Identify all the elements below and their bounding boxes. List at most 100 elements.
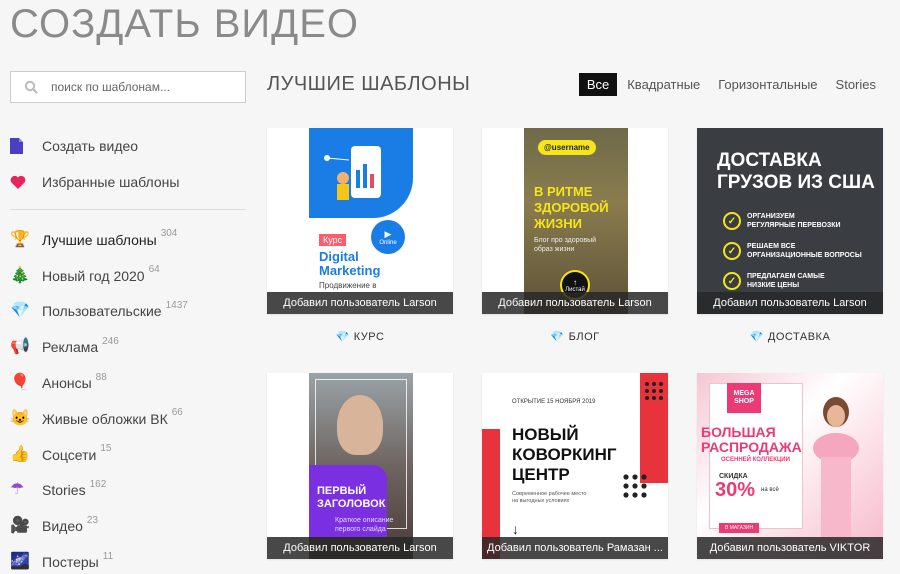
category-item-posters[interactable]: 🌌 Постеры 11: [10, 544, 246, 574]
card-title: ДОСТАВКА: [767, 330, 831, 343]
cat-face-icon: 😺: [10, 409, 30, 427]
search-box[interactable]: [10, 71, 246, 103]
category-label: Пользовательские: [42, 303, 162, 320]
card-credit: Добавил пользователь Рамазан ...: [482, 537, 668, 559]
category-label: Видео: [42, 518, 83, 535]
card-label-delivery[interactable]: 💎 ДОСТАВКА: [697, 330, 883, 344]
template-card-course[interactable]: Курс ▶ Online Digital Marketing Продвиже…: [267, 128, 453, 314]
tab-stories[interactable]: Stories: [828, 73, 884, 96]
online-label: Online: [379, 239, 397, 246]
tab-all[interactable]: Все: [578, 73, 618, 96]
blog-subtitle-line1: Блог про здоровый: [534, 237, 597, 244]
category-item-announcements[interactable]: 🎈 Анонсы 88: [10, 365, 246, 401]
bullet-3-line2: НИЗКИЕ ЦЕНЫ: [747, 282, 800, 289]
course-title: Digital Marketing: [319, 250, 380, 278]
sidebar-item-favorites[interactable]: Избранные шаблоны: [10, 164, 246, 200]
bullet-2: ✓ РЕШАЕМ ВСЕ ОРГАНИЗАЦИОННЫЕ ВОПРОСЫ: [723, 236, 862, 266]
video-camera-icon: 🎥: [10, 517, 30, 535]
filter-tabs: Все Квадратные Горизонтальные Stories: [577, 73, 884, 96]
sale-headline-line1: БОЛЬШАЯ: [701, 424, 776, 440]
category-item-ads[interactable]: 📢 Реклама 246: [10, 329, 246, 365]
play-online-badge: ▶ Online: [371, 220, 405, 254]
bullet-1: ✓ ОРГАНИЗУЕМ РЕГУЛЯРНЫЕ ПЕРЕВОЗКИ: [723, 206, 862, 236]
sidebar-item-label: Избранные шаблоны: [42, 174, 180, 190]
sidebar-top: Создать видео Избранные шаблоны: [10, 128, 246, 200]
page-title: СОЗДАТЬ ВИДЕО: [10, 2, 360, 46]
tab-square[interactable]: Квадратные: [619, 73, 708, 96]
template-preview: Курс ▶ Online Digital Marketing Продвиже…: [309, 128, 413, 314]
card-label-blog[interactable]: 💎 БЛОГ: [482, 330, 668, 344]
coworking-headline-line1: НОВЫЙ: [512, 425, 579, 444]
check-circle-icon: ✓: [723, 242, 741, 260]
section-title: ЛУЧШИЕ ШАБЛОНЫ: [267, 73, 471, 95]
card-credit: Добавил пользователь Larson: [697, 292, 883, 314]
template-card-sale[interactable]: MEGA SHOP БОЛЬШАЯ РАСПРОДАЖА ОСЕННЕЙ КОЛ…: [697, 373, 883, 559]
coworking-subtitle: Современное рабочее место на выгодных ус…: [512, 491, 586, 505]
category-count: 88: [95, 371, 107, 383]
delivery-headline: ДОСТАВКА ГРУЗОВ ИЗ США: [717, 150, 875, 194]
blog-subtitle-line2: образ жизни: [534, 246, 575, 253]
course-badge: Курс: [319, 234, 347, 246]
category-list: 🏆 Лучшие шаблоны 304 🎄 Новый год 2020 64 💎 По…: [10, 222, 246, 574]
first-subtitle-line2: первого слайда: [335, 526, 386, 533]
category-count: 162: [89, 478, 107, 490]
sale-headline-line2: РАСПРОДАЖА: [701, 439, 802, 455]
template-card-first-headline[interactable]: ПЕРВЫЙ ЗАГОЛОВОК Краткое описание первог…: [267, 373, 453, 559]
sale-headline: БОЛЬШАЯ РАСПРОДАЖА: [701, 425, 802, 455]
template-card-blog[interactable]: @username В РИТМЕ ЗДОРОВОЙ ЖИЗНИ Блог пр…: [482, 128, 668, 314]
logo-line1: MEGA: [733, 390, 755, 397]
tab-horizontal[interactable]: Горизонтальные: [710, 73, 825, 96]
gem-icon: 💎: [10, 302, 30, 320]
heart-icon: [10, 175, 42, 189]
category-item-social[interactable]: 👍 Соцсети 15: [10, 437, 246, 473]
card-title: КУРС: [353, 330, 385, 343]
category-item-new-year[interactable]: 🎄 Новый год 2020 64: [10, 258, 246, 294]
megashop-logo: MEGA SHOP: [727, 383, 761, 413]
coworking-headline-line3: ЦЕНТР: [512, 465, 570, 484]
portrait-face: [337, 395, 383, 455]
first-subtitle: Краткое описание первого слайда: [335, 516, 393, 534]
template-card-delivery[interactable]: ДОСТАВКА ГРУЗОВ ИЗ США ✓ ОРГАНИЗУЕМ РЕГУЛ…: [697, 128, 883, 314]
course-title-line1: Digital: [319, 249, 359, 264]
category-label: Соцсети: [42, 446, 97, 463]
card-credit: Добавил пользователь Larson: [482, 292, 668, 314]
category-item-vk-covers[interactable]: 😺 Живые обложки ВК 66: [10, 401, 246, 437]
card-label-course[interactable]: 💎 КУРС: [267, 330, 453, 344]
bullet-2-line2: ОРГАНИЗАЦИОННЫЕ ВОПРОСЫ: [747, 252, 862, 259]
course-title-line2: Marketing: [319, 263, 381, 278]
trophy-icon: 🏆: [10, 230, 30, 248]
category-item-video[interactable]: 🎥 Видео 23: [10, 508, 246, 544]
sidebar-item-create-video[interactable]: Создать видео: [10, 128, 246, 164]
course-subtitle: Продвижение в: [319, 281, 377, 290]
bullet-1-line2: РЕГУЛЯРНЫЕ ПЕРЕВОЗКИ: [747, 222, 841, 229]
sidebar-divider: [10, 209, 246, 210]
template-preview: ОТКРЫТИЕ 15 НОЯБРЯ 2019 НОВЫЙ КОВОРКИНГ …: [482, 373, 668, 559]
play-icon: ▶: [384, 228, 392, 239]
christmas-tree-icon: 🎄: [10, 266, 30, 284]
search-input[interactable]: [51, 80, 231, 94]
category-count: 304: [160, 228, 178, 240]
model-photo: [807, 393, 869, 541]
bullet-2-line1: РЕШАЕМ ВСЕ: [747, 243, 796, 250]
blog-subtitle: Блог про здоровый образ жизни: [534, 236, 596, 254]
card-credit: Добавил пользователь VIKTOR: [697, 537, 883, 559]
card-credit: Добавил пользователь Larson: [267, 292, 453, 314]
category-label: Новый год 2020: [42, 267, 145, 284]
category-item-stories[interactable]: ☂ Stories 162: [10, 473, 246, 509]
coworking-headline: НОВЫЙ КОВОРКИНГ ЦЕНТР: [512, 425, 617, 485]
category-item-best[interactable]: 🏆 Лучшие шаблоны 304: [10, 222, 246, 258]
umbrella-icon: ☂: [10, 481, 25, 499]
megaphone-icon: 📢: [10, 338, 30, 356]
balloon-icon: 🎈: [10, 374, 30, 392]
category-count: 246: [102, 335, 119, 347]
check-circle-icon: ✓: [723, 272, 741, 290]
coworking-headline-line2: КОВОРКИНГ: [512, 445, 617, 464]
phone-illustration-icon: [324, 146, 381, 200]
category-item-user[interactable]: 💎 Пользовательские 1437: [10, 294, 246, 330]
dots-grid-icon: [645, 382, 663, 400]
template-card-coworking[interactable]: ОТКРЫТИЕ 15 НОЯБРЯ 2019 НОВЫЙ КОВОРКИНГ …: [482, 373, 668, 559]
arrow-up-icon: ↑: [573, 277, 577, 287]
sidebar-item-label: Создать видео: [42, 138, 139, 154]
template-preview: @username В РИТМЕ ЗДОРОВОЙ ЖИЗНИ Блог пр…: [524, 128, 628, 314]
delivery-headline-line2: ГРУЗОВ ИЗ США: [717, 172, 875, 193]
